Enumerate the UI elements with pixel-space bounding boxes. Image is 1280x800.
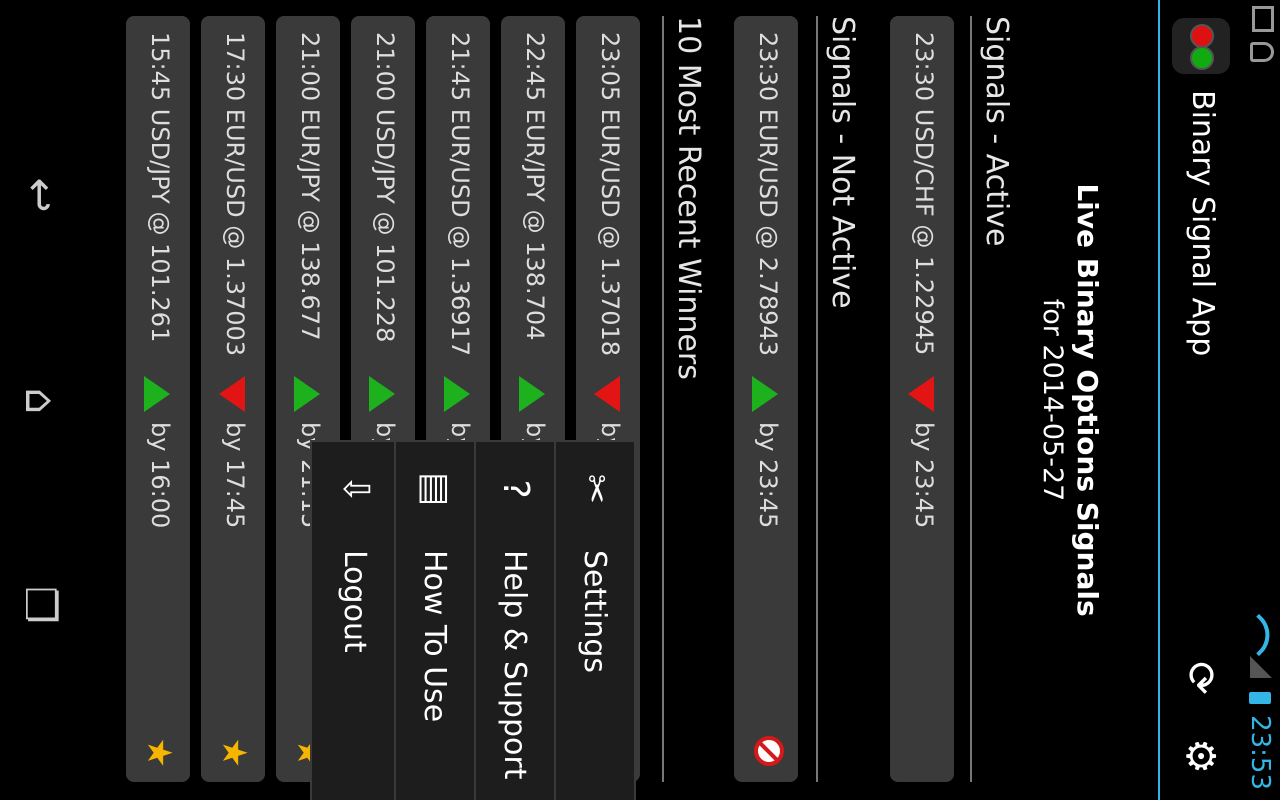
menu-item-logout[interactable]: ⇩ Logout: [314, 442, 394, 800]
star-icon: ★: [139, 737, 179, 768]
signal-text: 23:30 USD/CHF @ 1.22945: [910, 32, 938, 356]
section-title-not-active: Signals - Not Active: [825, 16, 860, 309]
signal-expiry: by 23:45: [910, 422, 938, 529]
down-arrow-icon: [594, 376, 620, 412]
divider: [662, 16, 664, 782]
signal-expiry: by 16:00: [146, 422, 174, 529]
signal-row[interactable]: 23:30 USD/CHF @ 1.22945 by 23:45: [890, 16, 954, 782]
signal-text: 17:30 EUR/USD @ 1.37003: [221, 32, 249, 357]
signal-text: 23:30 EUR/USD @ 2.78943: [754, 32, 782, 357]
star-icon: ★: [214, 737, 254, 768]
up-arrow-icon: [752, 376, 778, 412]
refresh-icon[interactable]: ⟳: [1177, 656, 1223, 700]
android-debug-icon: [1250, 42, 1274, 62]
question-icon: ?: [495, 479, 536, 499]
down-arrow-icon: [908, 376, 934, 412]
signal-expiry: by 23:45: [754, 422, 782, 529]
section-title-winners: 10 Most Recent Winners: [671, 16, 706, 380]
signal-row[interactable]: 23:30 EUR/USD @ 2.78943 by 23:45: [734, 16, 798, 782]
action-bar: Binary Signal App ⟳ ⚙: [1158, 0, 1240, 800]
status-bar: 23:53: [1237, 0, 1280, 800]
divider: [816, 16, 818, 782]
android-screen: 23:53 Binary Signal App ⟳ ⚙ Live Binary …: [0, 0, 1280, 800]
recent-apps-icon[interactable]: ❐: [16, 570, 65, 640]
signal-row[interactable]: 15:45 USD/JPY @ 101.261 by 16:00 ★: [126, 16, 190, 782]
wifi-icon: [1237, 613, 1280, 657]
signal-text: 23:05 EUR/USD @ 1.37018: [596, 32, 624, 357]
navigation-bar: ↩ ⌂ ❐: [0, 0, 80, 800]
page-subtitle-date: for 2014-05-27: [1037, 298, 1068, 502]
back-icon[interactable]: ↩: [16, 160, 65, 230]
app-title: Binary Signal App: [1185, 90, 1220, 357]
signal-text: 22:45 EUR/JPY @ 138.704: [521, 32, 549, 341]
signal-icon: [1250, 656, 1272, 678]
tools-icon: ✂: [575, 473, 616, 505]
signal-text: 15:45 USD/JPY @ 101.261: [146, 32, 174, 343]
menu-item-label: Help & Support: [497, 550, 532, 780]
up-arrow-icon: [444, 376, 470, 412]
signal-text: 21:00 EUR/JPY @ 138.677: [296, 32, 324, 341]
film-icon: ▤: [415, 471, 456, 506]
section-title-active: Signals - Active: [979, 16, 1014, 247]
menu-item-help[interactable]: ? Help & Support: [474, 442, 554, 800]
up-arrow-icon: [519, 376, 545, 412]
gear-icon[interactable]: ⚙: [1177, 734, 1223, 778]
overflow-menu: ✂ Settings ? Help & Support ▤ How To Use…: [310, 440, 636, 800]
battery-icon: [1249, 692, 1271, 704]
menu-item-label: Logout: [337, 550, 372, 653]
status-clock: 23:53: [1245, 715, 1275, 790]
menu-item-settings[interactable]: ✂ Settings: [554, 442, 634, 800]
page-title: Live Binary Options Signals: [1071, 183, 1104, 617]
signal-expiry: by 17:45: [221, 422, 249, 529]
traffic-light-logo-icon: [1172, 18, 1230, 74]
up-arrow-icon: [294, 376, 320, 412]
image-notification-icon: [1252, 6, 1274, 32]
down-arrow-icon: [219, 376, 245, 412]
menu-item-label: How To Use: [417, 550, 452, 723]
signal-row[interactable]: 17:30 EUR/USD @ 1.37003 by 17:45 ★: [201, 16, 265, 782]
signal-text: 21:00 USD/JPY @ 101.228: [371, 32, 399, 343]
menu-item-how-to-use[interactable]: ▤ How To Use: [394, 442, 474, 800]
no-entry-icon: [754, 736, 784, 766]
home-icon[interactable]: ⌂: [16, 366, 65, 436]
logout-icon: ⇩: [335, 473, 376, 505]
up-arrow-icon: [144, 376, 170, 412]
divider: [970, 16, 972, 782]
signal-text: 21:45 EUR/USD @ 1.36917: [446, 32, 474, 357]
menu-item-label: Settings: [577, 550, 612, 674]
up-arrow-icon: [369, 376, 395, 412]
